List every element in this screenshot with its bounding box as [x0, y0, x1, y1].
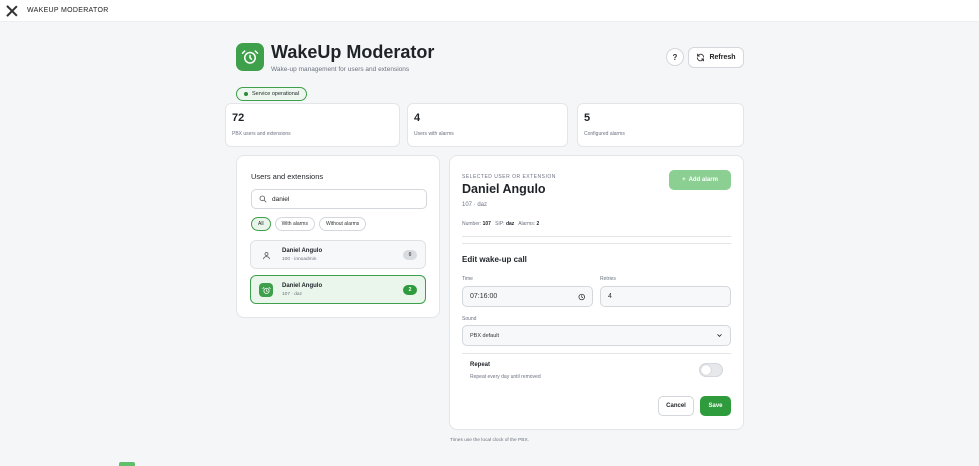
stat-card-users-with-alarms: 4 Users with alarms [407, 103, 568, 147]
alarm-clock-icon [236, 43, 264, 71]
retries-input[interactable] [608, 293, 723, 300]
selected-label: SELECTED USER OR EXTENSION [462, 174, 556, 180]
refresh-icon [697, 53, 705, 62]
alarms-value: 2 [536, 221, 540, 227]
user-name: Daniel Angulo [282, 248, 323, 254]
sound-label: Sound [462, 316, 477, 322]
alarms-label: Alarms: [518, 221, 536, 227]
filter-chips: All With alarms Without alarms [251, 217, 367, 231]
sound-select[interactable]: PBX default [462, 325, 731, 346]
page-title: WakeUp Moderator [271, 42, 435, 62]
search-box[interactable] [251, 189, 427, 209]
detail-panel: SELECTED USER OR EXTENSION Daniel Angulo… [449, 155, 744, 430]
add-alarm-label: Add alarm [688, 177, 718, 183]
add-alarm-button[interactable]: + Add alarm [669, 170, 731, 190]
filter-with-alarms[interactable]: With alarms [274, 217, 315, 231]
cancel-button[interactable]: Cancel [658, 396, 694, 416]
alarm-count-badge: 0 [403, 250, 417, 260]
alarm-count-badge: 2 [403, 285, 417, 295]
help-icon: ? [672, 52, 678, 62]
plus-icon: + [682, 177, 686, 183]
app-header: WakeUp Moderator Wake-up management for … [236, 42, 744, 77]
number-label: Number: [462, 221, 482, 227]
user-extension: 107 · daz [282, 292, 303, 297]
retries-field[interactable] [600, 286, 731, 307]
stat-label: Configured alarms [584, 131, 625, 137]
edit-section-title: Edit wake-up call [462, 255, 527, 264]
divider [462, 353, 731, 354]
footer-note: Times use the local clock of the PBX. [449, 438, 529, 443]
stat-label: PBX users and extensions [232, 131, 291, 137]
sip-value: daz [505, 221, 515, 227]
title-bar: WAKEUP MODERATOR [0, 0, 979, 22]
selected-user-name: Daniel Angulo [462, 182, 546, 196]
search-input[interactable] [272, 195, 412, 203]
stat-label: Users with alarms [414, 131, 454, 137]
selected-user-meta: Number: 107 SIP: daz Alarms: 2 [462, 221, 539, 227]
retries-label: Retries [600, 276, 616, 282]
users-panel: Users and extensions All With alarms Wit… [236, 155, 440, 318]
user-name: Daniel Angulo [282, 283, 323, 289]
window-title: WAKEUP MODERATOR [27, 7, 109, 14]
user-extension: 100 · innoadmin [282, 257, 317, 262]
filter-without-alarms[interactable]: Without alarms [318, 217, 367, 231]
repeat-toggle[interactable] [699, 363, 723, 377]
save-button[interactable]: Save [700, 396, 731, 416]
time-label: Time [462, 276, 473, 282]
taskbar-indicator [119, 462, 135, 466]
user-icon [259, 248, 273, 262]
users-panel-title: Users and extensions [251, 172, 324, 181]
stat-value: 5 [584, 112, 591, 124]
user-row[interactable]: Daniel Angulo 100 · innoadmin 0 [250, 240, 426, 269]
stat-value: 72 [232, 112, 245, 124]
refresh-button[interactable]: Refresh [688, 47, 744, 68]
refresh-label: Refresh [709, 54, 736, 61]
time-field[interactable] [462, 286, 593, 307]
time-input[interactable] [470, 293, 578, 300]
stat-card-users: 72 PBX users and extensions [225, 103, 400, 147]
status-dot [244, 92, 248, 96]
filter-all[interactable]: All [251, 217, 271, 231]
page-subtitle: Wake-up management for users and extensi… [271, 66, 410, 73]
number-value: 107 [482, 221, 491, 227]
repeat-description: Repeat every day until removed [470, 374, 541, 380]
status-badge: Service operational [236, 87, 308, 101]
repeat-title: Repeat [470, 362, 491, 368]
sip-label: SIP: [495, 221, 505, 227]
stat-card-alarms: 5 Configured alarms [577, 103, 744, 147]
help-button[interactable]: ? [666, 48, 684, 66]
clock-icon [578, 293, 585, 300]
divider [462, 236, 731, 237]
chevron-down-icon [717, 334, 722, 337]
close-icon[interactable] [6, 5, 18, 17]
stat-value: 4 [414, 112, 421, 124]
user-row-selected[interactable]: Daniel Angulo 107 · daz 2 [250, 275, 426, 304]
selected-user-extension: 107 · daz [462, 202, 488, 208]
search-icon [259, 195, 267, 203]
status-label: Service operational [252, 91, 300, 97]
sound-selected-value: PBX default [470, 332, 500, 339]
alarm-clock-icon [259, 283, 273, 297]
toggle-knob [701, 365, 711, 375]
divider [462, 243, 731, 244]
